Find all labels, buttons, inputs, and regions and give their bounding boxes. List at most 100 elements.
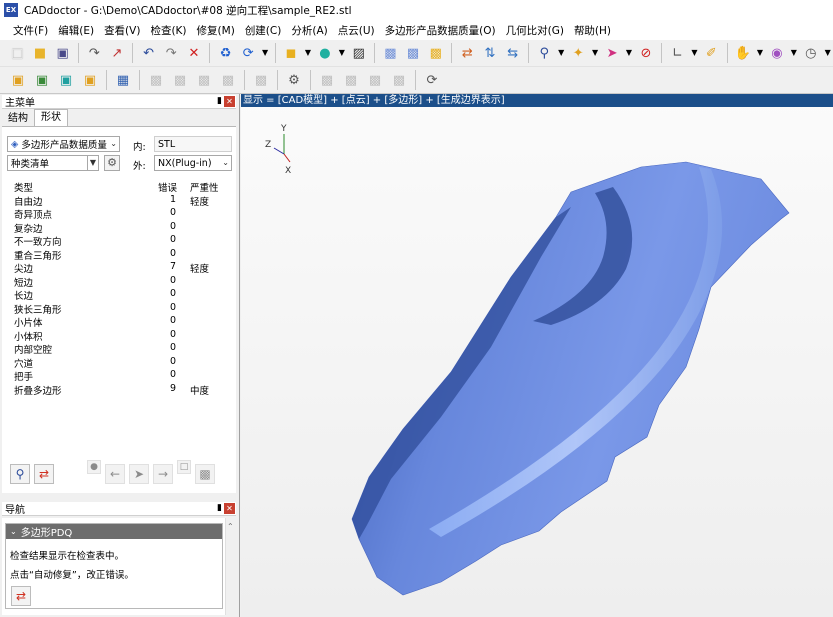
menu-file[interactable]: 文件(F) (8, 23, 53, 38)
category-select[interactable]: ◈ 多边形产品数据质量 ⌄ (7, 136, 120, 152)
chevron-down-icon[interactable]: ▼ (556, 43, 567, 63)
menu-help[interactable]: 帮助(H) (569, 23, 616, 38)
list-settings-icon[interactable]: ⚙ (104, 155, 120, 171)
tool-d-icon[interactable]: ▩ (389, 70, 409, 90)
layout-icon[interactable]: ▦ (113, 70, 133, 90)
chevron-down-icon[interactable]: ▼ (689, 43, 700, 63)
redo-icon[interactable]: ↷ (162, 43, 181, 63)
brush-icon[interactable]: ✐ (702, 43, 721, 63)
auto-repair-button[interactable]: ⇄ (34, 464, 54, 484)
pin-icon[interactable]: ➤ (603, 43, 622, 63)
pin-button[interactable]: ➤ (129, 464, 149, 484)
out-format-select[interactable]: NX(Plug-in) ⌄ (154, 155, 232, 171)
new-file-icon[interactable]: □ (8, 43, 27, 63)
menu-edit[interactable]: 编辑(E) (53, 23, 99, 38)
cube-c-icon[interactable]: ▩ (426, 43, 445, 63)
table-row[interactable]: 不一致方向 0 (14, 234, 229, 248)
table-row[interactable]: 尖边 7 轻度 (14, 261, 229, 275)
auto-repair-icon[interactable]: ♻ (216, 43, 235, 63)
swap-a-icon[interactable]: ⇄ (458, 43, 477, 63)
pin-icon[interactable]: ▮ (217, 503, 222, 513)
chevron-down-icon[interactable]: ▼ (822, 43, 833, 63)
table-row[interactable]: 自由边 1 轻度 (14, 194, 229, 208)
auto-repair-button[interactable]: ⇄ (11, 586, 31, 606)
view-d-icon[interactable]: ▣ (80, 70, 100, 90)
stop-icon[interactable]: ⊘ (637, 43, 656, 63)
menu-check[interactable]: 检查(K) (145, 23, 191, 38)
chevron-down-icon[interactable]: ▼ (589, 43, 600, 63)
scale-icon[interactable]: ▨ (349, 43, 368, 63)
table-row[interactable]: 长边 0 (14, 288, 229, 302)
tab-structure[interactable]: 结构 (2, 111, 34, 126)
pin-icon[interactable]: ▮ (217, 96, 222, 106)
nav-scrollbar[interactable]: ⌃ (225, 518, 236, 615)
cube-b-icon[interactable]: ▩ (404, 43, 423, 63)
menu-polygon-pdq[interactable]: 多边形产品数据质量(O) (380, 23, 501, 38)
mesh-a-icon[interactable]: ▩ (146, 70, 166, 90)
menu-analysis[interactable]: 分析(A) (286, 23, 332, 38)
box-icon[interactable]: ◼ (282, 43, 301, 63)
table-row[interactable]: 重合三角形 0 (14, 248, 229, 262)
delete-icon[interactable]: ✕ (185, 43, 204, 63)
hand-icon[interactable]: ✋ (734, 43, 753, 63)
mesh-d-icon[interactable]: ▩ (218, 70, 238, 90)
mesh-b-icon[interactable]: ▩ (170, 70, 190, 90)
axis-icon[interactable]: ∟ (668, 43, 687, 63)
table-row[interactable]: 奇异顶点 0 (14, 207, 229, 221)
table-row[interactable]: 折叠多边形 9 中度 (14, 383, 229, 397)
mesh-c-icon[interactable]: ▩ (194, 70, 214, 90)
tool-c-icon[interactable]: ▩ (365, 70, 385, 90)
menu-geometry-compare[interactable]: 几何比对(G) (501, 23, 569, 38)
table-row[interactable]: 小体积 0 (14, 329, 229, 343)
cube-a-icon[interactable]: ▩ (381, 43, 400, 63)
scanned-part-model[interactable] (351, 161, 790, 596)
pointer-icon[interactable]: ✦ (569, 43, 588, 63)
menu-create[interactable]: 创建(C) (240, 23, 287, 38)
list-select[interactable]: 种类清单 ▼ (7, 155, 99, 171)
3d-viewport[interactable]: 显示 = [CAD模型] + [点云] + [多边形] + [生成边界表示] Y… (241, 94, 833, 617)
chevron-down-icon[interactable]: ▼ (623, 43, 634, 63)
chevron-down-icon[interactable]: ▼ (754, 43, 765, 63)
clock-icon[interactable]: ◷ (801, 43, 820, 63)
chevron-down-icon[interactable]: ▼ (788, 43, 799, 63)
table-row[interactable]: 穴道 0 (14, 356, 229, 370)
menu-repair[interactable]: 修复(M) (192, 23, 240, 38)
rotate-icon[interactable]: ⟳ (239, 43, 258, 63)
menu-view[interactable]: 查看(V) (99, 23, 145, 38)
view-c-icon[interactable]: ▣ (56, 70, 76, 90)
copy-button[interactable]: □ (177, 460, 191, 474)
tab-shape[interactable]: 形状 (34, 109, 68, 126)
import-icon[interactable]: ↷ (85, 43, 104, 63)
chevron-up-icon[interactable]: ⌃ (227, 522, 234, 531)
marker-button[interactable]: ● (87, 460, 101, 474)
sphere-icon[interactable]: ● (316, 43, 335, 63)
table-row[interactable]: 狭长三角形 0 (14, 302, 229, 316)
refresh-icon[interactable]: ⟳ (422, 70, 442, 90)
table-row[interactable]: 小片体 0 (14, 315, 229, 329)
open-folder-icon[interactable]: ■ (31, 43, 50, 63)
tool-a-icon[interactable]: ▩ (317, 70, 337, 90)
view-a-icon[interactable]: ▣ (8, 70, 28, 90)
inspect-button[interactable]: ⚲ (10, 464, 30, 484)
chevron-down-icon[interactable]: ▼ (260, 43, 271, 63)
close-icon[interactable]: ✕ (224, 503, 235, 514)
swap-b-icon[interactable]: ⇅ (481, 43, 500, 63)
magnify-icon[interactable]: ⚲ (535, 43, 554, 63)
chevron-down-icon[interactable]: ▼ (336, 43, 347, 63)
table-row[interactable]: 短边 0 (14, 275, 229, 289)
nav-section-header[interactable]: ⌄ 多边形PDQ (6, 524, 222, 539)
undo-icon[interactable]: ↶ (139, 43, 158, 63)
next-button[interactable]: → (153, 464, 173, 484)
swap-c-icon[interactable]: ⇆ (503, 43, 522, 63)
view-b-icon[interactable]: ▣ (32, 70, 52, 90)
close-icon[interactable]: ✕ (224, 96, 235, 107)
eye-icon[interactable]: ◉ (768, 43, 787, 63)
mesh-e-icon[interactable]: ▩ (251, 70, 271, 90)
chevron-down-icon[interactable]: ▼ (302, 43, 313, 63)
export-icon[interactable]: ↗ (108, 43, 127, 63)
prev-button[interactable]: ← (105, 464, 125, 484)
table-row[interactable]: 把手 0 (14, 369, 229, 383)
menu-point-cloud[interactable]: 点云(U) (333, 23, 380, 38)
table-row[interactable]: 复杂边 0 (14, 221, 229, 235)
tool-b-icon[interactable]: ▩ (341, 70, 361, 90)
